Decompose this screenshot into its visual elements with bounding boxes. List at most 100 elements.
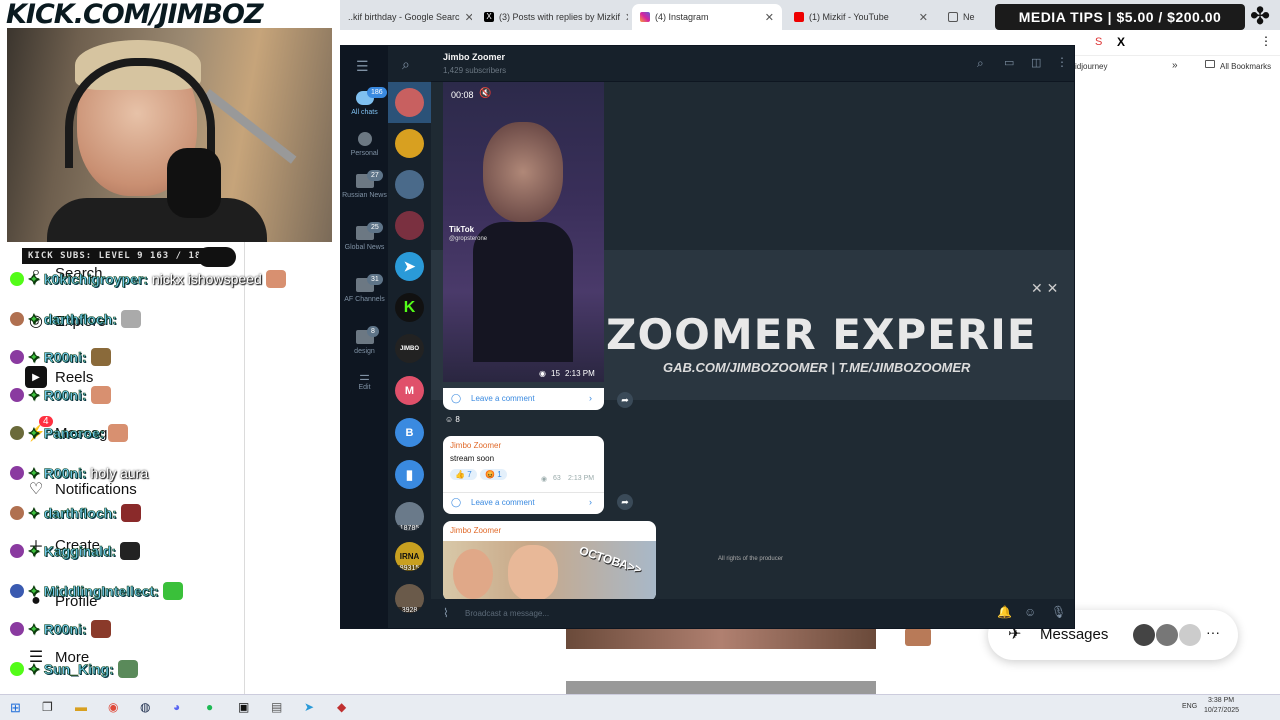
chat-avatar[interactable]: IRNA 89315 [395, 542, 424, 571]
folder-edit[interactable]: ⚌ Edit [341, 370, 388, 392]
bookmark-icon: ▮ [405, 466, 414, 482]
leave-comment-button[interactable]: ◯ Leave a comment › [443, 493, 604, 514]
more-icon[interactable]: ··· [1206, 624, 1220, 640]
tab-instagram[interactable]: (4) Instagram ✕ [632, 4, 782, 30]
chevron-right-icon[interactable]: » [1172, 60, 1178, 71]
avatar [10, 506, 24, 520]
badge-icon [10, 388, 24, 402]
close-icon[interactable]: ✕ [919, 11, 928, 24]
share-icon[interactable]: ➦ [617, 494, 633, 510]
message-input[interactable]: Broadcast a message... [465, 606, 945, 622]
tab-new[interactable]: Ne [940, 4, 990, 30]
chat-avatar[interactable]: JIMBO [395, 334, 424, 363]
clock-time[interactable]: 3:38 PM [1208, 697, 1234, 704]
app-icon[interactable]: ▤ [271, 700, 282, 714]
mute-icon[interactable]: 🔇 [479, 88, 491, 99]
browser-toolbar: S X ⋮ [1075, 30, 1280, 56]
person-icon [357, 132, 372, 146]
emote [120, 542, 141, 560]
view-count: 63 [553, 475, 561, 482]
video-chat-icon[interactable]: ▭ [1004, 56, 1014, 69]
windows-start-icon[interactable]: ⊞ [10, 700, 21, 716]
leave-comment-button[interactable]: ◯ Leave a comment › [443, 388, 604, 410]
folder-russian-news[interactable]: 27 Russian News [341, 170, 388, 200]
channel-name[interactable]: Jimbo Zoomer [443, 52, 505, 62]
folder-icon [948, 12, 958, 22]
close-icon[interactable]: ✕ [625, 11, 628, 24]
decor-cross-icon: ✕ ✕ [1031, 280, 1059, 296]
folder-personal[interactable]: Personal [341, 132, 388, 158]
sub-badge-icon: ✦ [28, 504, 40, 521]
chat-avatar[interactable]: 18785 [395, 502, 424, 531]
chat-avatar[interactable] [395, 129, 424, 158]
folder-design[interactable]: 8 design [341, 326, 388, 356]
avatar [1156, 624, 1178, 646]
chat-avatar[interactable] [395, 88, 424, 117]
video-player[interactable]: 00:08 🔇 TikTok @gropsterone ◉ 15 2:13 PM [443, 82, 604, 382]
badge-icon [10, 622, 24, 636]
chat-avatar[interactable] [395, 170, 424, 199]
clock-date[interactable]: 10/27/2025 [1204, 707, 1239, 714]
tab-youtube[interactable]: (1) Mizkif - YouTube ✕ [786, 4, 936, 30]
chevron-right-icon: › [589, 497, 592, 507]
extension-icon[interactable]: S [1095, 36, 1102, 48]
chat-avatar[interactable]: M [395, 376, 424, 405]
post-image[interactable]: ОСТОВА>> [443, 541, 656, 599]
file-explorer-icon[interactable]: ▬ [75, 700, 87, 714]
chat-avatar[interactable]: ▮ [395, 460, 424, 489]
post-author[interactable]: Jimbo Zoomer [450, 526, 501, 535]
terminal-icon[interactable]: ▣ [238, 700, 249, 714]
bookmark-item[interactable]: idjourney [1075, 62, 1107, 71]
chat-avatar[interactable] [395, 211, 424, 240]
tab-google-search[interactable]: ..kif birthday - Google Searc ✕ [340, 4, 472, 30]
reaction-chip[interactable]: 😡 1 [480, 469, 507, 480]
sub-badge-icon: ✦ [28, 542, 40, 559]
folder-global-news[interactable]: 25 Global News [341, 222, 388, 252]
x-icon[interactable]: X [1117, 35, 1125, 49]
share-icon[interactable]: ➦ [617, 392, 633, 408]
search-icon[interactable]: ⌕ [977, 56, 984, 71]
chat-avatar[interactable]: B [395, 418, 424, 447]
badge-icon [10, 584, 24, 598]
chat-message: ✦ R00ni: [10, 384, 111, 406]
reaction-chip[interactable]: 👍 7 [450, 469, 477, 480]
emoji-icon[interactable]: ☺ [1024, 605, 1036, 619]
menu-icon[interactable]: ☰ [356, 58, 369, 75]
close-icon[interactable]: ✕ [765, 11, 774, 24]
post-time: 2:13 PM [568, 475, 595, 482]
menu-icon[interactable]: ⋮ [1260, 34, 1272, 48]
task-view-icon[interactable]: ❐ [42, 700, 53, 714]
telegram-icon[interactable]: ➤ [304, 700, 314, 714]
chat-avatar[interactable]: 3928 [395, 584, 424, 613]
tiktok-watermark: TikTok [449, 225, 475, 234]
instagram-icon [640, 12, 650, 22]
chat-message: ✦ R00ni: [10, 618, 111, 640]
folder-af-channels[interactable]: 31 AF Channels [341, 274, 388, 304]
comment-icon: ◯ [451, 393, 462, 403]
bell-icon[interactable]: 🔔 [997, 605, 1012, 619]
chat-messages: ZOOMER EXPERIE GAB.COM/JIMBOZOOMER | T.M… [431, 82, 1074, 599]
microphone-icon[interactable]: 🎙 [1051, 605, 1066, 619]
stream-brand-icon: ✤ [1249, 3, 1271, 30]
more-icon[interactable]: ⋮ [1056, 55, 1068, 69]
discord-icon[interactable]: ◕ [173, 700, 180, 714]
sub-badge-icon: ✦ [28, 660, 40, 677]
chat-avatar[interactable]: ➤ [395, 252, 424, 281]
chat-avatar[interactable]: K [395, 293, 424, 322]
folder-all-chats[interactable]: 186 All chats [341, 87, 388, 117]
language-indicator[interactable]: ENG [1182, 703, 1197, 710]
sidebar-toggle-icon[interactable]: ◫ [1031, 56, 1041, 69]
search-icon[interactable]: ⌕ [402, 56, 410, 73]
paperclip-icon[interactable]: ⌇ [443, 606, 449, 620]
chat-header: Jimbo Zoomer 1,429 subscribers ⌕ ▭ ◫ ⋮ [431, 46, 1074, 82]
spotify-icon[interactable]: ● [206, 700, 213, 714]
reaction-chip[interactable]: ☺ 8 [445, 415, 460, 424]
telegram-window: ☰ 186 All chats Personal 27 Russian News 2… [340, 45, 1075, 629]
tab-x-posts[interactable]: X (3) Posts with replies by Mizkif✕ [476, 4, 628, 30]
chrome-icon[interactable]: ◉ [108, 700, 118, 714]
all-bookmarks[interactable]: All Bookmarks [1220, 62, 1271, 71]
steam-icon[interactable]: ◍ [140, 700, 150, 714]
close-icon[interactable]: ✕ [465, 11, 472, 24]
post-author[interactable]: Jimbo Zoomer [450, 441, 501, 450]
obs-icon[interactable]: ◆ [337, 700, 346, 714]
